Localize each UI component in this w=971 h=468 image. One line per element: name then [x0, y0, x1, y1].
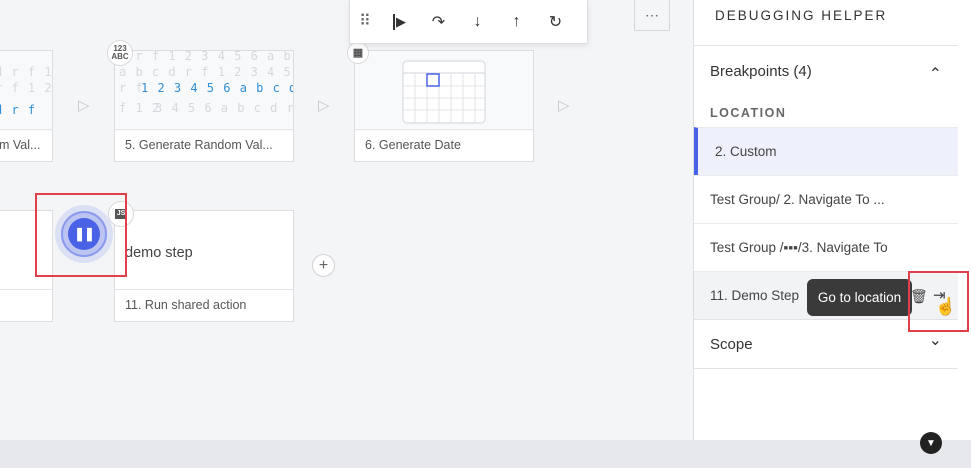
breakpoint-row[interactable]: Test Group /▪▪▪/3. Navigate To [694, 223, 958, 271]
step-card-caption: m Val... [0, 129, 52, 161]
step-card-generate-date[interactable]: 6. Generate Date [354, 50, 534, 162]
scroll-down-icon[interactable]: ▼ [920, 432, 942, 454]
location-column-label: LOCATION [710, 106, 787, 120]
debugging-helper-panel: DEBUGGING HELPER Breakpoints (4) ⌃ LOCAT… [693, 0, 971, 440]
resume-icon: ▶ [393, 13, 406, 30]
calendar-icon: ▦ [347, 42, 369, 64]
text-generator-icon: 123 ABC [107, 40, 133, 66]
step-card-partial-top[interactable]: d r f 1 2 r f 1 2 3 d r f m Val... [0, 50, 53, 162]
chevron-up-icon: ⌃ [928, 66, 942, 83]
step-card-caption: 5. Generate Random Val... [115, 129, 293, 161]
step-card-thumbnail [355, 51, 533, 131]
step-card-thumbnail: d r f 1 2 r f 1 2 3 d r f [0, 51, 52, 131]
go-to-location-tooltip: Go to location [807, 279, 912, 316]
step-into-button[interactable]: ↓ [458, 2, 497, 42]
highlighted-code-line: 1 2 3 4 5 6 a b c d r f [141, 81, 293, 95]
step-card-title: demo step [125, 245, 193, 261]
panel-title: DEBUGGING HELPER [715, 8, 888, 23]
chevron-down-icon: ⌄ [928, 332, 942, 349]
step-into-icon: ↓ [473, 12, 482, 30]
breakpoint-row[interactable]: 2. Custom [694, 127, 958, 175]
add-step-button[interactable]: + [312, 254, 335, 277]
step-card-thumbnail: d r f 1 2 3 4 5 6 a b c d r f 1 2 a b c … [115, 51, 293, 131]
flow-canvas[interactable]: d r f 1 2 r f 1 2 3 d r f m Val... ▷ d r… [0, 0, 693, 440]
restart-button[interactable]: ↻ [536, 2, 575, 42]
step-card-caption: 6. Generate Date [355, 129, 533, 161]
breakpoint-row[interactable]: Test Group/ 2. Navigate To ... [694, 175, 958, 223]
restart-icon: ↻ [548, 13, 563, 31]
highlight-box-pause [35, 193, 127, 277]
flow-arrow-icon: ▷ [318, 97, 330, 114]
step-card-generate-random-value[interactable]: d r f 1 2 3 4 5 6 a b c d r f 1 2 a b c … [114, 50, 294, 162]
more-options-button[interactable]: ⋯ [634, 0, 670, 31]
breakpoints-section-header[interactable]: Breakpoints (4) ⌃ [694, 47, 958, 95]
drag-handle-icon[interactable]: ⠿ [350, 2, 380, 42]
flow-arrow-icon: ▷ [78, 97, 90, 114]
highlight-box-go-to-location [908, 271, 969, 332]
step-over-icon: ↷ [431, 13, 446, 31]
step-card-caption: 11. Run shared action [115, 289, 293, 321]
debug-toolbar: ⠿ ▶ ↷ ↓ ↑ ↻ [349, 0, 588, 44]
step-out-button[interactable]: ↑ [497, 2, 536, 42]
step-out-icon: ↑ [512, 12, 521, 30]
bottom-bar [0, 440, 971, 468]
flow-arrow-icon: ▷ [558, 97, 570, 114]
step-card-run-shared-action[interactable]: demo step 11. Run shared action [114, 210, 294, 322]
resume-button[interactable]: ▶ [380, 2, 419, 42]
step-over-button[interactable]: ↷ [419, 2, 458, 42]
